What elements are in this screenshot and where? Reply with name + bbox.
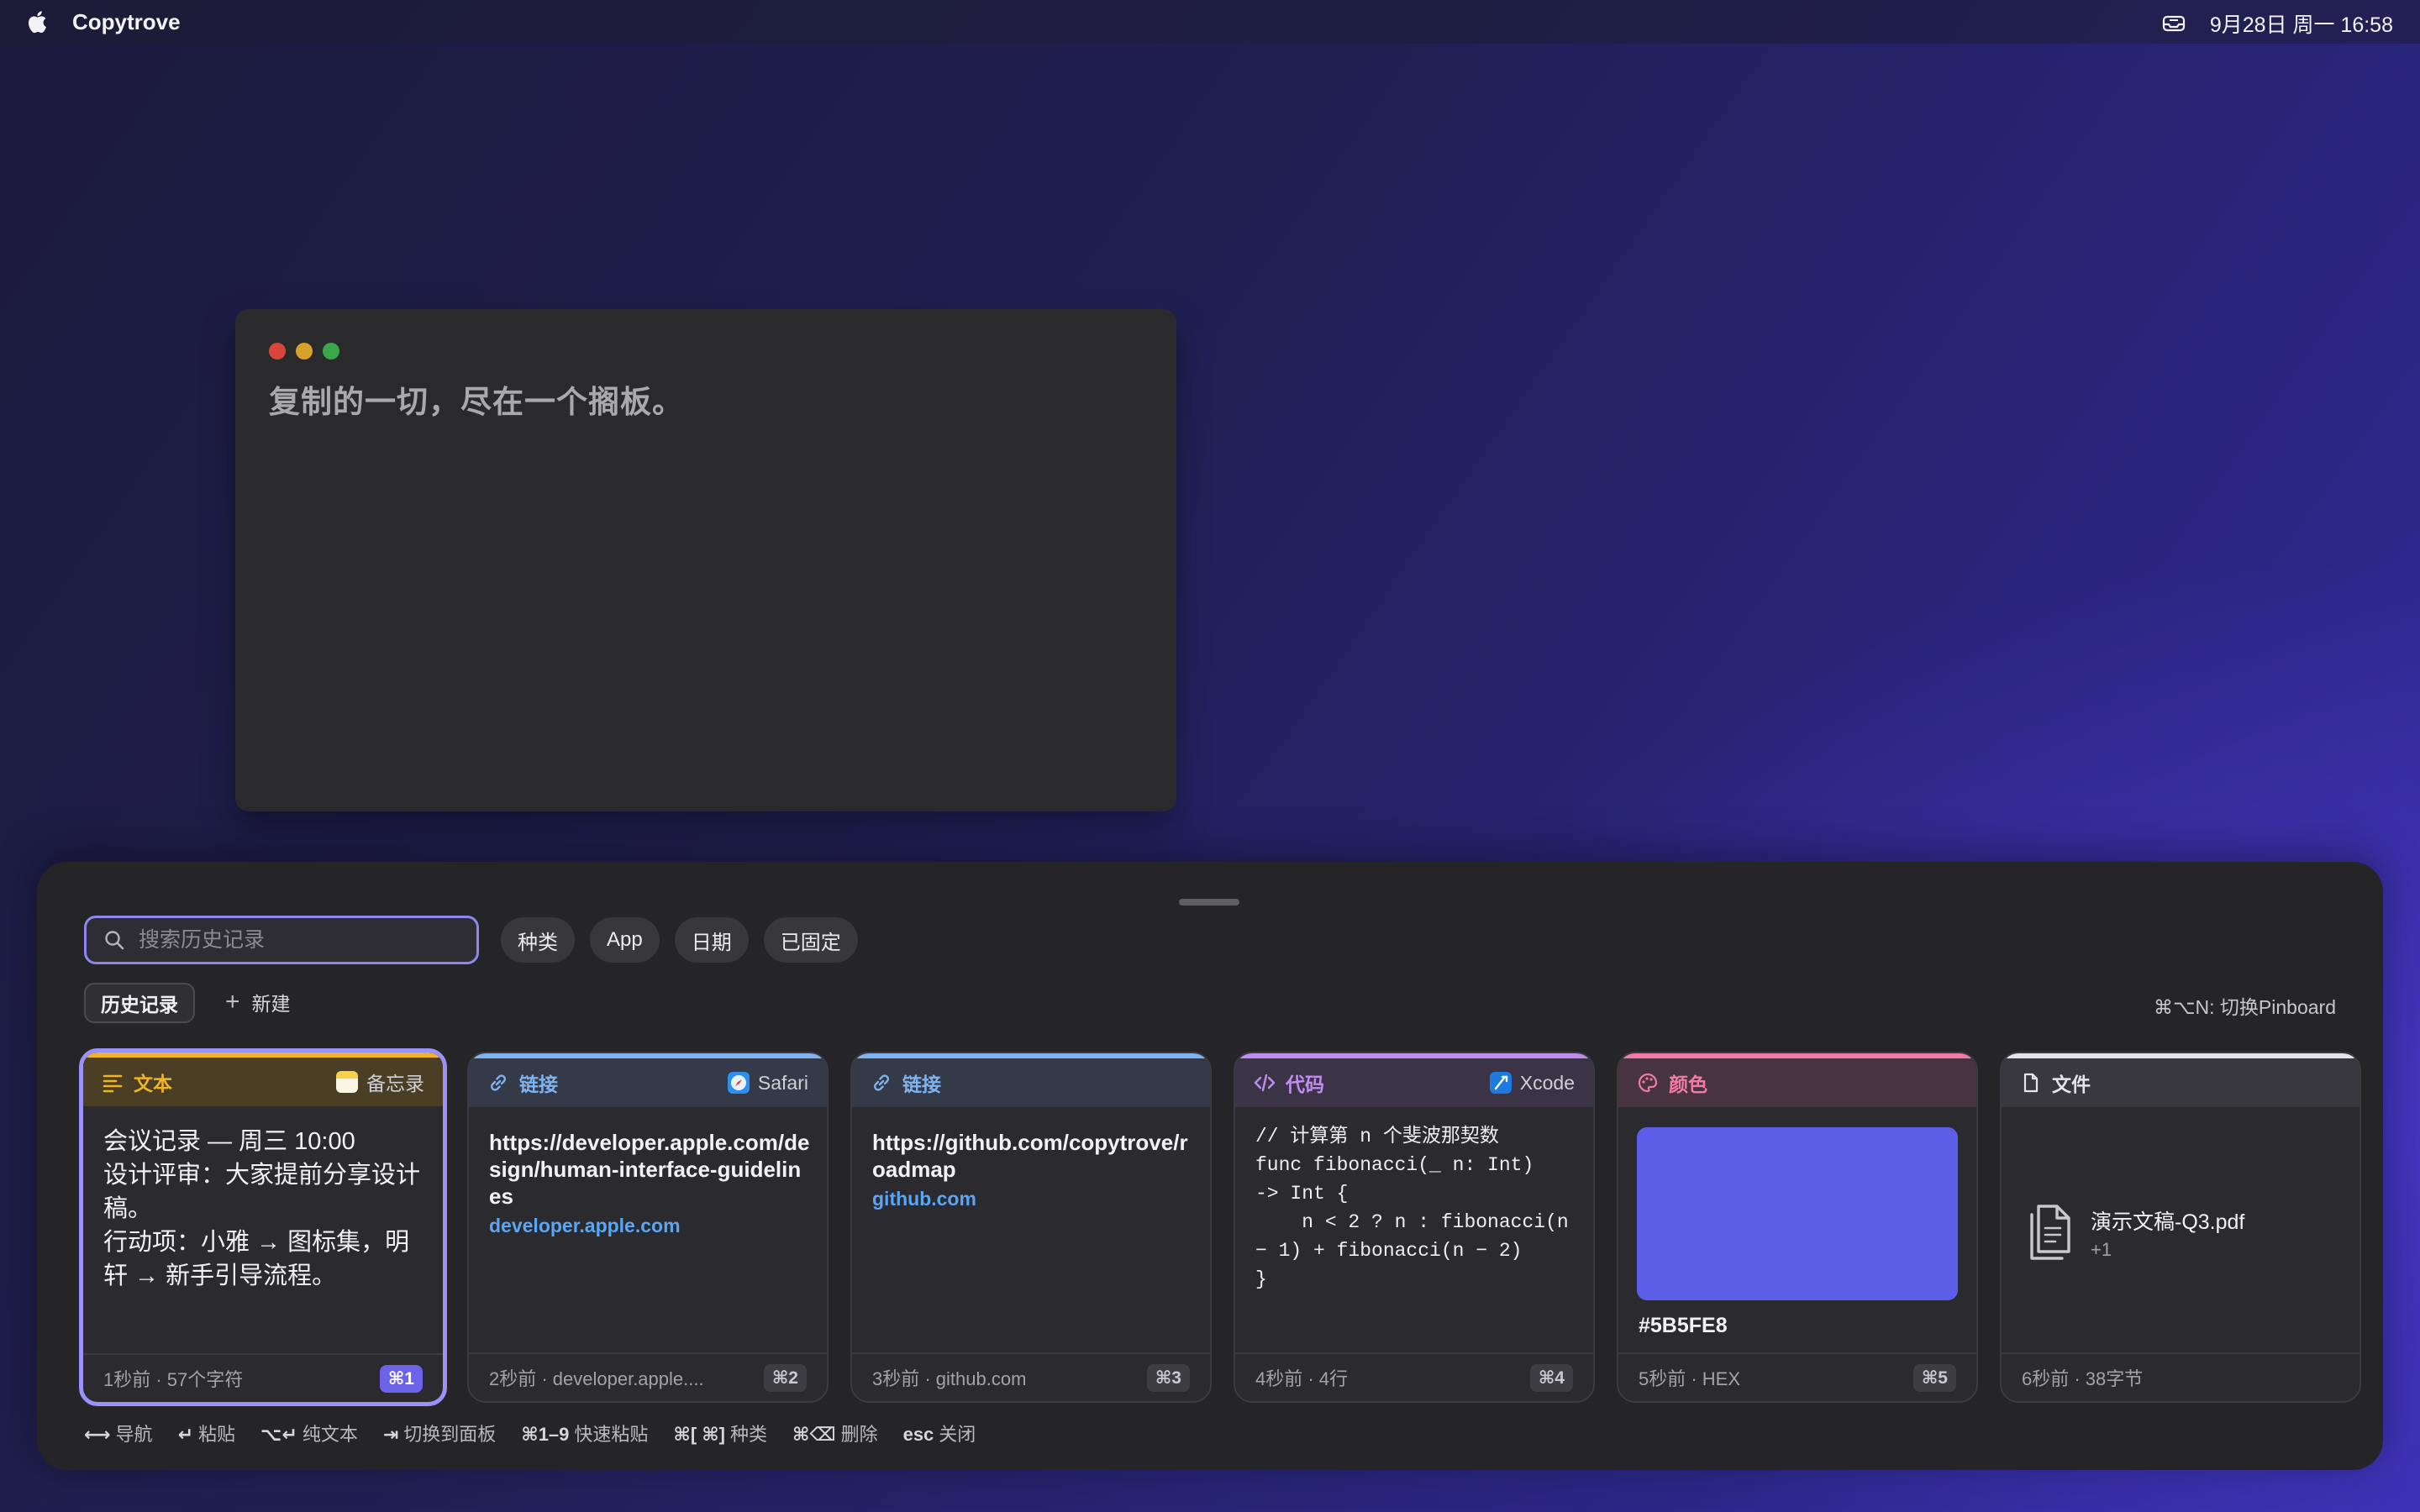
filter-pinned-chip[interactable]: 已固定 (763, 917, 858, 963)
apple-logo-icon[interactable] (25, 8, 47, 35)
search-icon (105, 931, 124, 950)
xcode-app-icon (1489, 1072, 1512, 1094)
hint-quick-paste: ⌘1–9 快速粘贴 (521, 1424, 649, 1445)
card-meta: 5秒前 · HEX (1639, 1368, 1741, 1389)
card-footer: 4秒前 · 4行 ⌘4 (1235, 1352, 1593, 1401)
window-controls (269, 343, 339, 360)
hint-type: ⌘[ ⌘] 种类 (673, 1424, 768, 1445)
clip-card-link[interactable]: 链接 https://github.com/copytrove/roadmap … (850, 1052, 1212, 1403)
card-type-label: 代码 (1286, 1074, 1324, 1095)
close-window-button[interactable] (269, 343, 286, 360)
palette-icon (1638, 1073, 1658, 1093)
card-footer: 6秒前 · 38字节 (2002, 1352, 2360, 1401)
clip-card-file[interactable]: 文件 演示文稿-Q3.pdf +1 6秒前 · 38字节 (2000, 1052, 2361, 1403)
card-footer: 5秒前 · HEX ⌘5 (1618, 1352, 1976, 1401)
hint-switch-panel: ⇥ 切换到面板 (382, 1424, 497, 1445)
pinboard-tray-icon[interactable] (2161, 12, 2186, 35)
hint-plain-text: ⌥↵ 纯文本 (260, 1424, 358, 1445)
tab-history[interactable]: 历史记录 (84, 983, 195, 1023)
code-brackets-icon (1254, 1074, 1276, 1092)
clip-link-url: https://developer.apple.com/design/human… (489, 1130, 810, 1209)
card-shortcut-badge: ⌘1 (379, 1364, 423, 1393)
card-meta: 2秒前 · developer.apple.... (489, 1368, 704, 1389)
card-type-label: 颜色 (1669, 1074, 1707, 1095)
menu-bar: Copytrove 9月28日 周一 16:58 (0, 0, 2420, 44)
plus-icon: + (225, 988, 240, 1016)
document-icon (2023, 1073, 2039, 1093)
card-header: 颜色 (1618, 1053, 1976, 1107)
panel-drag-handle[interactable] (1179, 899, 1239, 906)
keyboard-hints: ⟷ 导航 ↵ 粘贴 ⌥↵ 纯文本 ⇥ 切换到面板 ⌘1–9 快速粘贴 ⌘[ ⌘] 种类 ⌘⌫… (84, 1420, 976, 1446)
minimize-window-button[interactable] (296, 343, 313, 360)
card-meta: 6秒前 · 38字节 (2022, 1368, 2144, 1389)
card-header: 代码 Xcode (1235, 1053, 1593, 1107)
multiple-files-icon (2030, 1205, 2070, 1260)
pinboard-shortcut-hint: ⌘⌥N: 切换Pinboard (2154, 996, 2336, 1018)
card-footer: 3秒前 · github.com ⌘3 (852, 1352, 1210, 1401)
card-shortcut-badge: ⌘5 (1912, 1363, 1956, 1392)
clip-card-text[interactable]: 文本 备忘录 会议记录 — 周三 10:00 设计评审：大家提前分享设计稿。 行… (79, 1048, 447, 1406)
file-entry: 演示文稿-Q3.pdf +1 (2022, 1203, 2244, 1263)
card-type-label: 文件 (2052, 1074, 2091, 1095)
filter-app-chip[interactable]: App (590, 917, 660, 963)
card-type-label: 文本 (134, 1073, 172, 1095)
card-header: 文本 备忘录 (83, 1053, 443, 1106)
menu-app-name[interactable]: Copytrove (72, 9, 181, 35)
notes-app-icon (336, 1071, 358, 1093)
card-source-label: Xcode (1519, 1071, 1575, 1094)
card-footer: 1秒前 · 57个字符 ⌘1 (83, 1353, 443, 1402)
card-header: 链接 Safari (469, 1053, 827, 1107)
window-text: 复制的一切，尽在一个搁板。 (269, 385, 684, 419)
hint-delete: ⌘⌫ 删除 (792, 1424, 878, 1445)
card-source-label: Safari (757, 1071, 808, 1094)
clip-text-content: 会议记录 — 周三 10:00 设计评审：大家提前分享设计稿。 行动项：小雅 →… (103, 1128, 421, 1289)
clip-card-code[interactable]: 代码 Xcode // 计算第 n 个斐波那契数 func fibonacci(… (1234, 1052, 1595, 1403)
zoom-window-button[interactable] (323, 343, 339, 360)
color-swatch (1637, 1127, 1958, 1300)
link-icon (491, 1074, 506, 1091)
hint-navigate: ⟷ 导航 (84, 1424, 153, 1445)
hint-paste: ↵ 粘贴 (177, 1424, 236, 1445)
clip-link-url: https://github.com/copytrove/roadmap (872, 1130, 1188, 1182)
text-lines-icon (103, 1074, 123, 1093)
card-header: 链接 (852, 1053, 1210, 1107)
file-more-count: +1 (2091, 1239, 2112, 1260)
filter-date-chip[interactable]: 日期 (674, 917, 749, 963)
new-pinboard-button[interactable]: + 新建 (225, 988, 291, 1016)
safari-app-icon (727, 1072, 750, 1094)
file-name: 演示文稿-Q3.pdf (2091, 1210, 2245, 1234)
card-footer: 2秒前 · developer.apple.... ⌘2 (469, 1352, 827, 1401)
link-icon (874, 1074, 889, 1091)
card-meta: 4秒前 · 4行 (1255, 1368, 1349, 1389)
card-shortcut-badge: ⌘4 (1529, 1363, 1573, 1392)
clip-link-domain: github.com (872, 1188, 976, 1210)
card-type-label: 链接 (902, 1074, 941, 1095)
search-input[interactable] (137, 927, 460, 953)
card-meta: 3秒前 · github.com (872, 1368, 1027, 1389)
card-shortcut-badge: ⌘2 (763, 1363, 807, 1392)
background-window: 复制的一切，尽在一个搁板。 (235, 309, 1176, 811)
color-hex-value: #5B5FE8 (1639, 1314, 1728, 1337)
menu-clock[interactable]: 9月28日 周一 16:58 (2210, 8, 2393, 39)
clip-code-content: // 计算第 n 个斐波那契数 func fibonacci(_ n: Int)… (1255, 1126, 1569, 1290)
filter-bar: 种类 App 日期 已固定 (501, 917, 858, 963)
card-header: 文件 (2002, 1053, 2360, 1107)
clip-card-link[interactable]: 链接 Safari https://developer.apple.com/de… (467, 1052, 829, 1403)
card-type-label: 链接 (519, 1074, 558, 1095)
card-meta: 1秒前 · 57个字符 (103, 1369, 244, 1390)
filter-type-chip[interactable]: 种类 (501, 917, 575, 963)
card-source-label: 备忘录 (366, 1073, 424, 1095)
hint-close: esc 关闭 (902, 1424, 976, 1445)
clipboard-panel: 种类 App 日期 已固定 历史记录 + 新建 ⌘⌥N: 切换Pinboard … (37, 862, 2383, 1470)
new-pinboard-label: 新建 (251, 993, 291, 1015)
clip-card-color[interactable]: 颜色 #5B5FE8 5秒前 · HEX ⌘5 (1617, 1052, 1978, 1403)
clip-link-domain: developer.apple.com (489, 1215, 681, 1236)
card-shortcut-badge: ⌘3 (1146, 1363, 1190, 1392)
search-field[interactable] (84, 916, 479, 964)
